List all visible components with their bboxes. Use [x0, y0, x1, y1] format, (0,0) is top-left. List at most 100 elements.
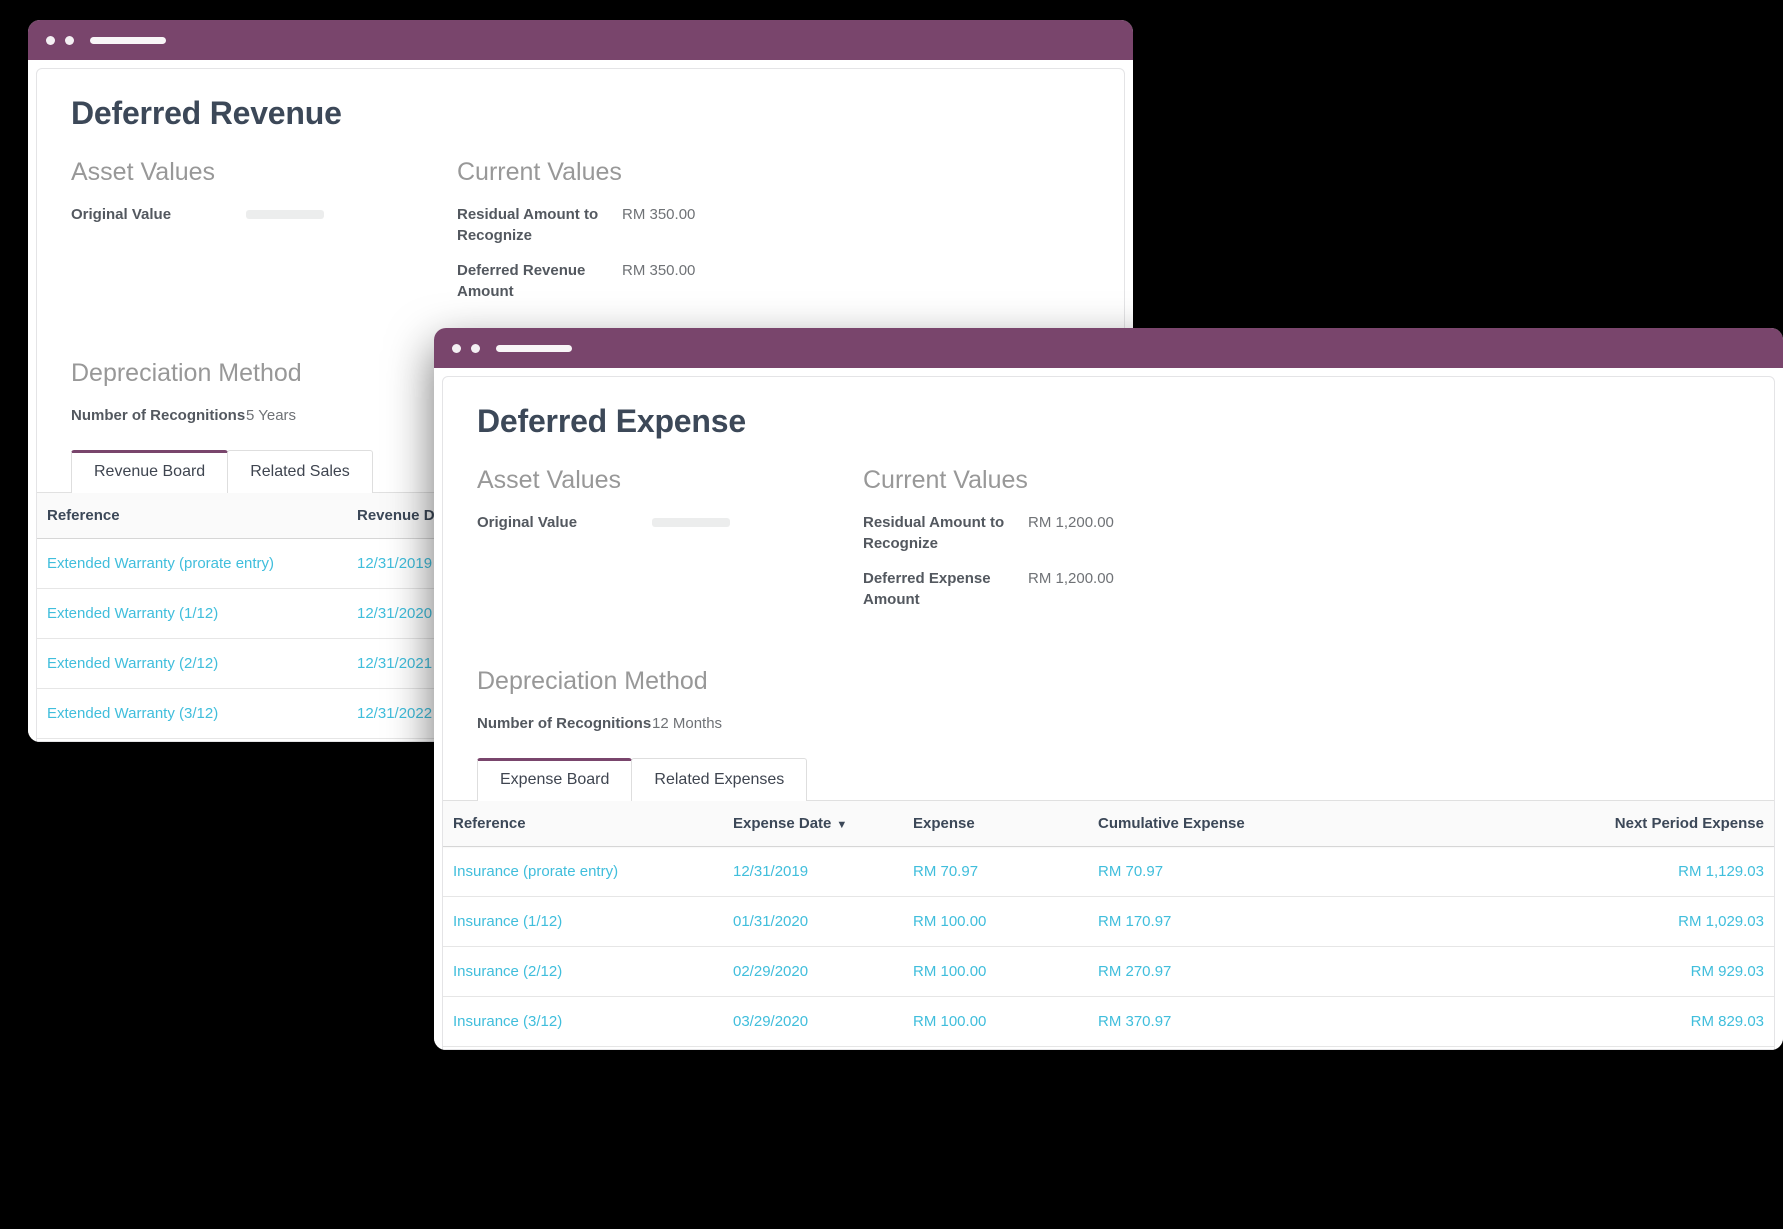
cell-expense[interactable]: RM 100.00	[903, 946, 1088, 997]
original-value-label: Original Value	[71, 206, 172, 223]
table-header-row: Reference Expense Date ▼ Expense Cumulati…	[443, 800, 1774, 847]
field-number-of-recognitions: Number of Recognitions 12 Months	[477, 714, 1740, 735]
table-row[interactable]: Insurance (3/12) 03/29/2020 RM 100.00 RM…	[443, 996, 1774, 1047]
cell-next-period-expense[interactable]: RM 829.03	[1378, 996, 1774, 1047]
sort-descending-icon: ▼	[836, 818, 848, 831]
number-of-recognitions-label: Number of Recognitions	[477, 715, 652, 733]
depreciation-method-heading: Depreciation Method	[477, 667, 708, 696]
field-residual-amount: Residual Amount to Recognize RM 350.00	[457, 205, 1090, 246]
window-titlebar	[434, 328, 1783, 368]
cell-cumulative-expense[interactable]: RM 170.97	[1088, 896, 1378, 947]
number-of-recognitions-value: 12 Months	[652, 715, 723, 733]
window-dot-icon[interactable]	[471, 343, 480, 353]
cell-reference[interactable]: Extended Warranty (2/12)	[37, 638, 347, 689]
column-header-expense-date-label: Expense Date	[733, 814, 832, 832]
column-header-next-period-expense[interactable]: Next Period Expense	[1378, 800, 1774, 847]
original-value-placeholder	[246, 210, 324, 219]
page-title: Deferred Revenue	[71, 95, 342, 131]
asset-values-heading: Asset Values	[71, 158, 216, 186]
cell-reference[interactable]: Insurance (1/12)	[443, 896, 723, 947]
window-dot-icon[interactable]	[65, 35, 74, 45]
cell-expense-date[interactable]: 02/29/2020	[723, 946, 903, 997]
cell-reference[interactable]: Insurance (4/12)	[443, 1046, 723, 1049]
residual-amount-value: RM 1,200.00	[1028, 514, 1114, 531]
field-deferred-amount: Deferred Expense Amount RM 1,200.00	[863, 569, 1740, 610]
values-columns: Asset Values Original Value Current Valu…	[477, 466, 1740, 625]
tab-expense-board[interactable]: Expense Board	[477, 757, 633, 801]
cell-expense-date[interactable]: 04/29/2020	[723, 1046, 903, 1049]
deferred-amount-value: RM 1,200.00	[1028, 570, 1114, 588]
asset-values-section: Asset Values Original Value	[477, 466, 863, 625]
cell-cumulative-expense[interactable]: RM 270.97	[1088, 946, 1378, 997]
asset-values-section: Asset Values Original Value	[71, 158, 457, 317]
deferred-amount-label: Deferred Revenue Amount	[457, 262, 586, 300]
column-header-reference[interactable]: Reference	[37, 492, 347, 539]
current-values-section: Current Values Residual Amount to Recogn…	[457, 158, 1090, 317]
cell-reference[interactable]: Extended Warranty (prorate entry)	[37, 538, 347, 589]
table-row[interactable]: Insurance (2/12) 02/29/2020 RM 100.00 RM…	[443, 946, 1774, 997]
original-value-placeholder	[652, 518, 730, 527]
values-columns: Asset Values Original Value Current Valu…	[71, 158, 1090, 317]
number-of-recognitions-label: Number of Recognitions	[71, 407, 246, 425]
table-body: Insurance (prorate entry) 12/31/2019 RM …	[443, 846, 1774, 1049]
cell-next-period-expense[interactable]: RM 1,029.03	[1378, 896, 1774, 947]
expense-board-table: Reference Expense Date ▼ Expense Cumulati…	[443, 800, 1774, 1049]
cell-cumulative-expense[interactable]: RM 70.97	[1088, 846, 1378, 897]
field-original-value: Original Value	[477, 513, 863, 534]
column-header-expense[interactable]: Expense	[903, 800, 1088, 847]
content-card: Deferred Expense Asset Values Original V…	[442, 376, 1775, 1050]
cell-expense-date[interactable]: 01/31/2020	[723, 896, 903, 947]
window-deferred-expense: Deferred Expense Asset Values Original V…	[434, 328, 1783, 1050]
original-value-label: Original Value	[477, 514, 578, 531]
tab-bar: Expense Board Related Expenses	[477, 757, 1740, 801]
current-values-heading: Current Values	[863, 466, 1028, 494]
cell-reference[interactable]: Insurance (prorate entry)	[443, 846, 723, 897]
address-bar[interactable]	[496, 344, 572, 352]
table-row[interactable]: Insurance (1/12) 01/31/2020 RM 100.00 RM…	[443, 896, 1774, 947]
expense-board-table-wrapper: Reference Expense Date ▼ Expense Cumulati…	[443, 799, 1774, 1049]
cell-reference[interactable]: Extended Warranty (3/12)	[37, 688, 347, 739]
field-residual-amount: Residual Amount to Recognize RM 1,200.00	[863, 513, 1740, 554]
cell-reference[interactable]: Extended Warranty (1/12)	[37, 588, 347, 639]
cell-cumulative-expense[interactable]: RM 370.97	[1088, 996, 1378, 1047]
table-header: Reference Expense Date ▼ Expense Cumulati…	[443, 800, 1774, 847]
current-values-heading: Current Values	[457, 158, 622, 186]
deferred-amount-label: Deferred Expense Amount	[863, 570, 991, 608]
window-dot-icon[interactable]	[46, 35, 55, 45]
cell-next-period-expense[interactable]: RM 1,129.03	[1378, 846, 1774, 897]
current-values-section: Current Values Residual Amount to Recogn…	[863, 466, 1740, 625]
cell-reference[interactable]: Insurance (2/12)	[443, 946, 723, 997]
cell-expense[interactable]: RM 100.00	[903, 896, 1088, 947]
field-original-value: Original Value	[71, 205, 457, 226]
field-deferred-amount: Deferred Revenue Amount RM 350.00	[457, 261, 1090, 302]
screenshot-stage: Deferred Revenue Asset Values Original V…	[0, 0, 1783, 1229]
address-bar[interactable]	[90, 36, 166, 44]
window-dot-icon[interactable]	[452, 343, 461, 353]
table-row[interactable]: Insurance (prorate entry) 12/31/2019 RM …	[443, 846, 1774, 897]
cell-next-period-expense[interactable]: RM 929.03	[1378, 946, 1774, 997]
deferred-amount-value: RM 350.00	[622, 262, 696, 280]
column-header-cumulative-expense[interactable]: Cumulative Expense	[1088, 800, 1378, 847]
cell-expense-date[interactable]: 03/29/2020	[723, 996, 903, 1047]
cell-next-period-expense[interactable]: RM 729.03	[1378, 1046, 1774, 1049]
column-header-reference[interactable]: Reference	[443, 800, 723, 847]
cell-expense[interactable]: RM 70.97	[903, 846, 1088, 897]
column-header-expense-date[interactable]: Expense Date ▼	[723, 800, 903, 847]
residual-amount-label: Residual Amount to Recognize	[863, 514, 1005, 552]
page-title: Deferred Expense	[477, 403, 746, 439]
tab-revenue-board[interactable]: Revenue Board	[71, 449, 229, 493]
cell-expense[interactable]: RM 100.00	[903, 996, 1088, 1047]
asset-values-heading: Asset Values	[477, 466, 622, 494]
number-of-recognitions-value: 5 Years	[246, 407, 297, 425]
cell-expense[interactable]: RM 100.00	[903, 1046, 1088, 1049]
residual-amount-value: RM 350.00	[622, 206, 696, 223]
tab-related-sales[interactable]: Related Sales	[227, 449, 373, 493]
cell-reference[interactable]: Extended Warranty (4/12)	[37, 738, 347, 741]
cell-cumulative-expense[interactable]: RM 470.97	[1088, 1046, 1378, 1049]
tab-related-expenses[interactable]: Related Expenses	[631, 757, 808, 801]
table-row[interactable]: Insurance (4/12) 04/29/2020 RM 100.00 RM…	[443, 1046, 1774, 1049]
residual-amount-label: Residual Amount to Recognize	[457, 206, 599, 244]
window-titlebar	[28, 20, 1133, 60]
cell-reference[interactable]: Insurance (3/12)	[443, 996, 723, 1047]
cell-expense-date[interactable]: 12/31/2019	[723, 846, 903, 897]
